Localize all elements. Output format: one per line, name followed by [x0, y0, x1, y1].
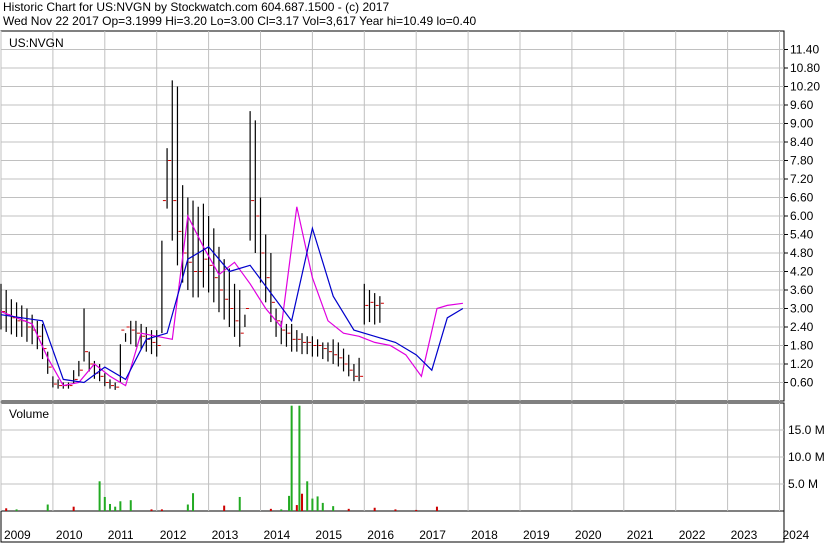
- year-tick-label: 2021: [627, 528, 654, 542]
- volume-bar: [129, 500, 132, 511]
- year-tick-label: 2009: [4, 528, 31, 542]
- volume-bar: [269, 508, 272, 511]
- price-tick-label: 4.20: [790, 265, 814, 279]
- volume-tick-label: 10.0 M: [788, 450, 825, 464]
- volume-bar: [108, 503, 111, 511]
- ma-short-line: [0, 206, 463, 387]
- price-tick-label: 4.80: [790, 246, 814, 260]
- price-tick-label: 8.40: [790, 135, 814, 149]
- price-tick-label: 3.60: [790, 283, 814, 297]
- volume-bar: [192, 493, 195, 511]
- volume-bar: [98, 481, 101, 511]
- volume-bar: [316, 496, 319, 511]
- price-tick-label: 9.60: [790, 98, 814, 112]
- volume-bar: [238, 496, 241, 511]
- volume-bar: [290, 405, 293, 511]
- price-tick-label: 6.00: [790, 209, 814, 223]
- volume-bars: [5, 405, 438, 511]
- year-tick-label: 2018: [471, 528, 498, 542]
- price-tick-label: 10.80: [790, 61, 820, 75]
- price-tick-label: 1.80: [790, 339, 814, 353]
- volume-label: Volume: [9, 407, 49, 421]
- year-tick-label: 2010: [56, 528, 83, 542]
- year-tick-label: 2020: [575, 528, 602, 542]
- ma-long-line: [0, 225, 464, 384]
- price-tick-label: 10.20: [790, 80, 820, 94]
- price-tick-label: 11.40: [790, 43, 819, 57]
- price-tick-label: 5.40: [790, 228, 814, 242]
- year-tick-label: 2012: [160, 528, 187, 542]
- volume-bar: [311, 498, 314, 511]
- grid-lines: [0, 31, 784, 511]
- volume-bar: [321, 502, 324, 511]
- year-tick-label: 2013: [212, 528, 239, 542]
- volume-bar: [347, 508, 350, 511]
- year-tick-label: 2014: [264, 528, 291, 542]
- price-tick-label: 7.80: [790, 154, 814, 168]
- volume-bar: [306, 481, 309, 511]
- price-tick-label: 1.20: [790, 357, 814, 371]
- year-tick-label: 2022: [679, 528, 706, 542]
- volume-bar: [332, 506, 335, 511]
- volume-bar: [298, 405, 301, 511]
- year-tick-label: 2011: [108, 528, 134, 542]
- volume-bar: [150, 509, 153, 511]
- year-tick-label: 2024: [783, 528, 810, 542]
- price-bars: [0, 80, 384, 390]
- time-axis: 2009 2010 2011 2012 2013 2014 2015 2016 2017 2018…: [4, 528, 810, 542]
- volume-tick-label: 15.0 M: [788, 423, 825, 437]
- volume-bar: [295, 505, 298, 511]
- price-tick-label: 6.60: [790, 191, 814, 205]
- year-tick-label: 2015: [315, 528, 342, 542]
- volume-bar: [186, 504, 189, 511]
- volume-bar: [394, 509, 397, 511]
- volume-bar: [301, 493, 304, 511]
- year-tick-label: 2019: [523, 528, 550, 542]
- volume-bar: [160, 509, 163, 511]
- volume-bar: [46, 504, 49, 511]
- price-tick-label: 9.00: [790, 117, 814, 131]
- volume-bar: [15, 509, 18, 511]
- volume-bar: [119, 501, 122, 511]
- stock-chart: 11.40 10.80 10.20 9.60 9.00 8.40 7.80 7.20 6.60 6…: [0, 30, 825, 543]
- volume-bar: [103, 496, 106, 511]
- volume-bar: [288, 495, 291, 511]
- price-tick-label: 0.60: [790, 376, 814, 390]
- price-axis: 11.40 10.80 10.20 9.60 9.00 8.40 7.80 7.20 6.60 6…: [784, 43, 820, 390]
- volume-bar: [5, 508, 8, 511]
- year-tick-label: 2023: [731, 528, 758, 542]
- volume-bar: [435, 506, 438, 511]
- symbol-label: US:NVGN: [9, 36, 64, 50]
- volume-bar: [114, 506, 117, 511]
- volume-bar: [415, 509, 418, 511]
- volume-tick-label: 5.0 M: [788, 477, 818, 491]
- volume-bar: [280, 509, 283, 511]
- volume-axis: 15.0 M 10.0 M 5.0 M: [788, 423, 825, 491]
- volume-bar: [373, 507, 376, 511]
- moving-average-lines: [0, 206, 464, 387]
- price-tick-label: 3.00: [790, 302, 814, 316]
- volume-bar: [72, 506, 75, 511]
- price-tick-label: 2.40: [790, 320, 814, 334]
- volume-bar: [223, 505, 226, 511]
- year-tick-label: 2016: [367, 528, 394, 542]
- price-tick-label: 7.20: [790, 172, 814, 186]
- year-tick-label: 2017: [419, 528, 446, 542]
